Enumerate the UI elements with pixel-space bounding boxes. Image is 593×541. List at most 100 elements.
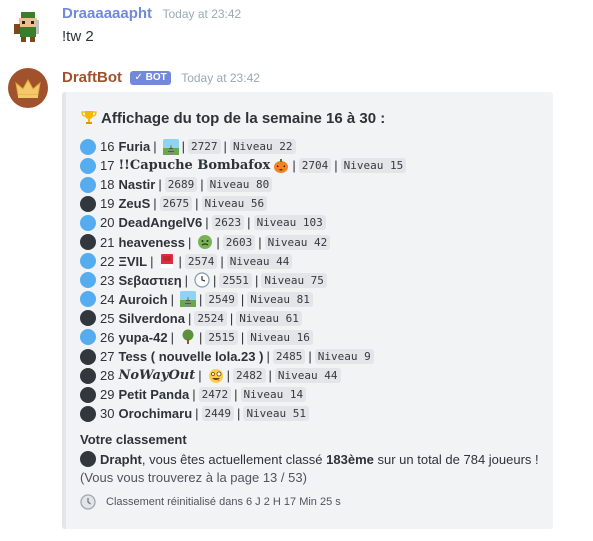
rank-number: 21 xyxy=(100,234,115,250)
separator: | xyxy=(195,196,199,212)
ranking-row: 29 Petit Panda | 2472 | Niveau 14 xyxy=(80,385,406,404)
ranking-row: 18 Nastir | 2689 | Niveau 80 xyxy=(80,175,406,194)
level-code: Niveau 56 xyxy=(201,196,268,212)
rank-number: 27 xyxy=(100,349,115,365)
crazy-icon xyxy=(205,368,224,384)
user-avatar[interactable] xyxy=(8,6,48,46)
rank-number: 24 xyxy=(100,291,115,307)
score-code: 2485 xyxy=(272,349,306,365)
score-code: 2549 xyxy=(205,291,238,307)
rank-number: 22 xyxy=(100,253,115,269)
ranking-row: 26 yupa-42 | | 2515 | Niveau 16 xyxy=(80,328,406,347)
level-code: Niveau 44 xyxy=(226,253,293,269)
separator: | xyxy=(187,234,192,250)
ranking-row: 24 Auroich | | 2549 | Niveau 81 xyxy=(80,290,406,309)
rail-icon xyxy=(177,291,196,308)
rail-icon xyxy=(160,138,179,155)
level-code: Niveau 14 xyxy=(240,387,307,403)
level-code: Niveau 51 xyxy=(243,406,310,422)
level-code: Niveau 75 xyxy=(261,272,327,288)
player-name: NoWayOut xyxy=(118,368,196,384)
player-name: Auroich xyxy=(118,291,168,307)
sick-icon xyxy=(194,234,213,250)
separator: | xyxy=(178,253,182,269)
field-rank-line: Drapht , vous êtes actuellement classé 1… xyxy=(80,451,539,467)
separator: | xyxy=(254,272,259,288)
blue-circle-icon xyxy=(80,176,96,193)
separator: | xyxy=(199,329,203,345)
player-name: heaveness xyxy=(118,234,185,250)
separator: | xyxy=(268,368,272,384)
rank-number: 26 xyxy=(100,329,115,345)
blue-circle-icon xyxy=(80,253,96,270)
username[interactable]: Draaaaaapht xyxy=(62,5,152,22)
field-rank: 183ème xyxy=(326,451,374,467)
black-circle-icon xyxy=(80,367,96,384)
timestamp: Today at 23:42 xyxy=(162,7,242,21)
separator: | xyxy=(226,368,231,384)
separator: | xyxy=(153,139,157,155)
separator: | xyxy=(158,177,162,193)
separator: | xyxy=(198,291,203,307)
trophy-icon xyxy=(81,109,97,129)
ranking-row: 17 !!Capuche Bombafox | 2704 | Niveau 15 xyxy=(80,156,407,175)
score-code: 2727 xyxy=(188,139,221,155)
player-name: DeadAngelV6 xyxy=(118,215,203,231)
crown-icon xyxy=(15,78,41,98)
separator: | xyxy=(334,158,338,174)
player-name: Furia xyxy=(118,139,151,155)
black-circle-icon xyxy=(80,234,96,251)
bot-avatar[interactable] xyxy=(8,68,48,108)
level-code: Niveau 103 xyxy=(253,215,326,231)
score-code: 2482 xyxy=(233,368,266,384)
link-avatar-icon xyxy=(14,12,39,42)
rank-number: 28 xyxy=(100,368,115,384)
score-code: 2623 xyxy=(211,215,245,231)
separator: | xyxy=(258,234,262,250)
blue-circle-icon xyxy=(80,157,96,174)
black-circle-icon xyxy=(80,451,96,467)
separator: | xyxy=(184,272,189,288)
black-circle-icon xyxy=(80,310,96,327)
embed: Affichage du top de la semaine 16 à 30 :… xyxy=(62,92,553,529)
message-user: Draaaaaapht Today at 23:42 !tw 2 xyxy=(0,0,593,60)
level-code: Niveau 22 xyxy=(229,139,296,155)
field-text1: , vous êtes actuellement classé xyxy=(141,451,327,467)
player-name: ZeuS xyxy=(118,196,151,212)
separator: | xyxy=(240,291,245,307)
ranking-row: 23 Sεβαστιεη | | 2551 | Niveau 75 xyxy=(80,271,406,290)
separator: | xyxy=(308,349,312,365)
player-name: !!Capuche Bombafox xyxy=(118,158,271,174)
blue-circle-icon xyxy=(80,272,96,289)
username[interactable]: DraftBot xyxy=(62,69,122,86)
bot-tag-label: BOT xyxy=(145,72,167,83)
separator: | xyxy=(240,329,245,345)
separator: | xyxy=(266,349,270,365)
message-header: DraftBot ✓ BOT Today at 23:42 xyxy=(62,69,260,87)
field-page-line: (Vous vous trouverez à la page 13 / 53) xyxy=(80,470,307,485)
separator: | xyxy=(181,139,186,155)
timestamp: Today at 23:42 xyxy=(181,71,260,85)
score-code: 2603 xyxy=(222,234,256,250)
player-name: yupa-42 xyxy=(118,329,168,345)
score-code: 2524 xyxy=(194,310,227,326)
score-code: 2704 xyxy=(298,158,332,174)
message-header: Draaaaaapht Today at 23:42 xyxy=(62,5,241,23)
rank-number: 17 xyxy=(100,158,115,174)
blue-circle-icon xyxy=(80,138,96,155)
separator: | xyxy=(213,272,217,288)
separator: | xyxy=(200,177,204,193)
ranking-row: 28 NoWayOut | | 2482 | Niveau 44 xyxy=(80,366,406,385)
level-code: Niveau 15 xyxy=(340,158,407,174)
ranking-row: 27 Tess ( nouvelle lola.23 ) | 2485 | Niveau … xyxy=(80,347,406,366)
separator: | xyxy=(234,387,238,403)
score-code: 2574 xyxy=(184,253,218,269)
player-name: Nastir xyxy=(118,177,156,193)
rank-number: 19 xyxy=(100,196,115,212)
ranking-row: 22 ΞVIL | | 2574 | Niveau 44 xyxy=(80,252,406,271)
separator: | xyxy=(237,406,241,422)
level-code: Niveau 16 xyxy=(247,329,313,345)
separator: | xyxy=(170,329,174,345)
rank-number: 29 xyxy=(100,387,115,403)
check-icon: ✓ xyxy=(134,72,143,83)
